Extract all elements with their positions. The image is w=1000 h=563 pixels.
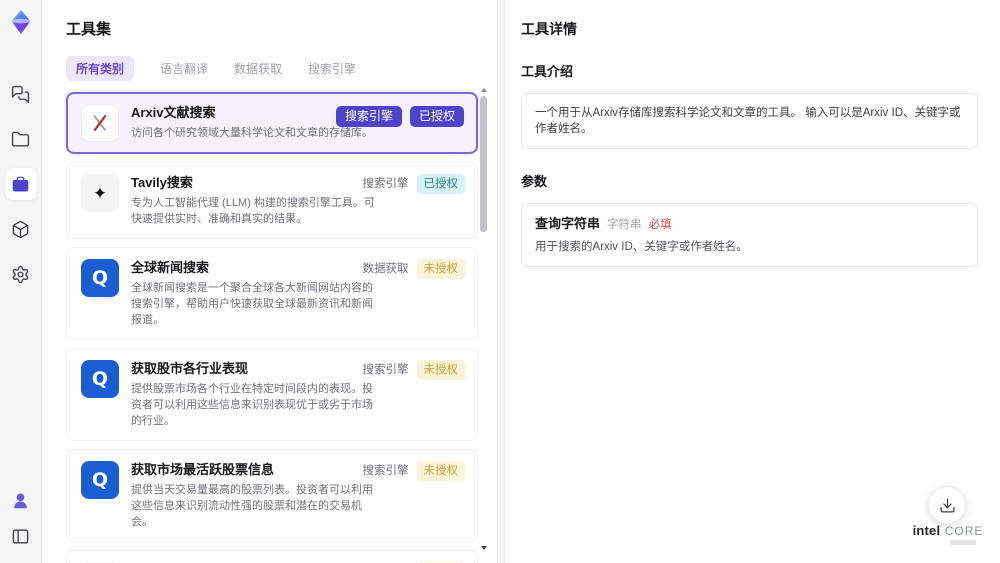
sidebar	[0, 0, 42, 563]
tool-description: 专为人工智能代理 (LLM) 构建的搜索引擎工具。可快速提供实时、准确和真实的结…	[131, 197, 375, 225]
tool-card-tags: 搜索引擎 已授权	[362, 174, 465, 194]
tool-card-body: Tavily搜索 专为人工智能代理 (LLM) 构建的搜索引擎工具。可快速提供实…	[131, 174, 381, 227]
detail-title: 工具详情	[521, 21, 577, 37]
tool-status-badge: 未授权	[416, 360, 465, 380]
tool-icon: Q	[81, 360, 119, 398]
tool-detail-panel: 工具详情 工具介绍 一个用于从Arxiv存储库搜索科学论文和文章的工具。 输入可…	[505, 0, 1000, 563]
parameter-description: 用于搜索的Arxiv ID、关键字或作者姓名。	[535, 241, 748, 253]
tool-name: 全球新闻搜索	[131, 260, 210, 275]
tool-card[interactable]: ✦ Tavily搜索 专为人工智能代理 (LLM) 构建的搜索引擎工具。可快速提…	[66, 162, 478, 239]
download-button[interactable]	[928, 486, 966, 524]
core-brand-text: CORE	[944, 524, 984, 538]
tool-category-tag: 数据获取	[362, 263, 409, 275]
intel-logo-subline	[950, 540, 976, 545]
sparkle-icon: ✦	[92, 183, 108, 203]
tool-card[interactable]: Q 获取市场最活跃股票信息 提供当天交易量最高的股票列表。投资者可以利用这些信息…	[66, 449, 478, 542]
tool-list: Arxiv文献搜索 访问各个研究领域大量科学论文和文章的存储库。 搜索引擎 已授…	[66, 92, 478, 563]
app-window: 工具集 所有类别 语言翻译 数据获取 搜索引擎 Arxiv文献搜索 访问各个研究领域大…	[0, 0, 1000, 563]
intel-brand-text: intel	[912, 523, 941, 538]
parameter-type: 字符串	[607, 219, 642, 231]
tool-card-body: 获取市场最活跃股票信息 提供当天交易量最高的股票列表。投资者可以利用这些信息来识…	[131, 461, 381, 530]
scrollbar-thumb[interactable]	[480, 96, 487, 232]
params-heading: 参数	[521, 174, 548, 189]
category-tabs: 所有类别 语言翻译 数据获取 搜索引擎	[66, 55, 497, 81]
parameter-card: 查询字符串 字符串 必填 用于搜索的Arxiv ID、关键字或作者姓名。	[521, 203, 978, 267]
tool-description: 访问各个研究领域大量科学论文和文章的存储库。	[131, 127, 373, 139]
panel-divider	[497, 0, 505, 563]
tool-card-tags: 搜索引擎 未授权	[362, 360, 465, 380]
tool-category-tag: 搜索引擎	[362, 178, 409, 190]
tool-description: 提供股票市场各个行业在特定时间段内的表现。投资者可以利用这些信息来识别表现优于或…	[131, 383, 373, 427]
parameter-header: 查询字符串 字符串 必填	[535, 215, 964, 233]
parameter-name: 查询字符串	[535, 216, 601, 231]
tool-description: 全球新闻搜索是一个聚合全球各大新闻网站内容的搜索引擎，帮助用户快速获取全球最新资…	[131, 282, 373, 326]
tool-card-tags: 搜索引擎 已授权	[335, 106, 464, 127]
tool-card-tags: 数据获取 未授权	[362, 259, 465, 279]
tool-category-tag: 搜索引擎	[362, 364, 409, 376]
tab-1[interactable]: 所有类别	[66, 55, 135, 81]
q-logo-icon: Q	[91, 367, 109, 390]
user-avatar-icon[interactable]	[8, 487, 34, 513]
tool-card[interactable]: Arxiv文献搜索 访问各个研究领域大量科学论文和文章的存储库。 搜索引擎 已授…	[66, 92, 478, 154]
package-icon[interactable]	[5, 213, 37, 245]
tool-card-body: 全球新闻搜索 全球新闻搜索是一个聚合全球各大新闻网站内容的搜索引擎，帮助用户快速…	[131, 259, 381, 328]
sidebar-bottom	[8, 487, 34, 549]
list-scrollbar[interactable]	[480, 88, 488, 550]
intro-heading: 工具介绍	[521, 64, 574, 79]
panel-toggle-icon[interactable]	[8, 523, 34, 549]
tool-icon: ✦	[81, 174, 119, 212]
tool-status-badge: 已授权	[409, 106, 464, 127]
q-logo-icon: Q	[91, 468, 109, 491]
tools-panel: 工具集 所有类别 语言翻译 数据获取 搜索引擎 Arxiv文献搜索 访问各个研究领域大…	[42, 0, 497, 563]
arxiv-icon	[93, 115, 107, 131]
sidebar-nav	[4, 78, 37, 290]
tool-icon: Q	[81, 259, 119, 297]
briefcase-icon[interactable]	[4, 168, 37, 200]
tab-3[interactable]: 数据获取	[234, 56, 282, 81]
page-title: 工具集	[66, 21, 112, 38]
tool-card[interactable]: Q 全球新闻搜索 全球新闻搜索是一个聚合全球各大新闻网站内容的搜索引擎，帮助用户…	[66, 247, 478, 340]
tool-status-badge: 未授权	[416, 461, 465, 481]
tool-card[interactable]: Q 获取股市各行业表现 提供股票市场各个行业在特定时间段内的表现。投资者可以利用…	[66, 348, 478, 441]
chat-icon[interactable]	[5, 78, 37, 110]
tool-category-tag: 搜索引擎	[335, 106, 402, 127]
tool-card-body: 获取股市各行业表现 提供股票市场各个行业在特定时间段内的表现。投资者可以利用这些…	[131, 360, 381, 429]
download-icon	[939, 497, 955, 513]
tool-name: Tavily搜索	[131, 175, 193, 190]
tool-description: 提供当天交易量最高的股票列表。投资者可以利用这些信息来识别流动性强的股票和潜在的…	[131, 484, 373, 528]
parameter-required-flag: 必填	[648, 219, 672, 231]
tool-card[interactable]: 万维地区新闻查询 查询具体行政区划内的新闻，快速了解各地新闻动态 搜索引擎 未授…	[66, 550, 478, 563]
q-logo-icon: Q	[91, 266, 109, 289]
app-logo-icon	[6, 7, 36, 37]
tool-name: 获取股市各行业表现	[131, 361, 249, 376]
tool-name: 获取市场最活跃股票信息	[131, 462, 275, 477]
tool-icon	[81, 104, 119, 142]
settings-icon[interactable]	[5, 258, 37, 290]
scroll-down-arrow[interactable]	[481, 546, 487, 550]
tab-2[interactable]: 语言翻译	[160, 56, 208, 81]
tool-card-tags: 搜索引擎 未授权	[362, 461, 465, 481]
scroll-up-arrow[interactable]	[481, 88, 487, 92]
tool-category-tag: 搜索引擎	[362, 465, 409, 477]
tool-intro-text: 一个用于从Arxiv存储库搜索科学论文和文章的工具。 输入可以是Arxiv ID…	[521, 93, 978, 149]
intel-core-logo: intel CORE	[908, 524, 988, 545]
tool-status-badge: 未授权	[416, 259, 465, 279]
tool-icon: Q	[81, 461, 119, 499]
tab-4[interactable]: 搜索引擎	[308, 56, 356, 81]
tool-status-badge: 已授权	[416, 174, 465, 194]
folder-icon[interactable]	[5, 123, 37, 155]
